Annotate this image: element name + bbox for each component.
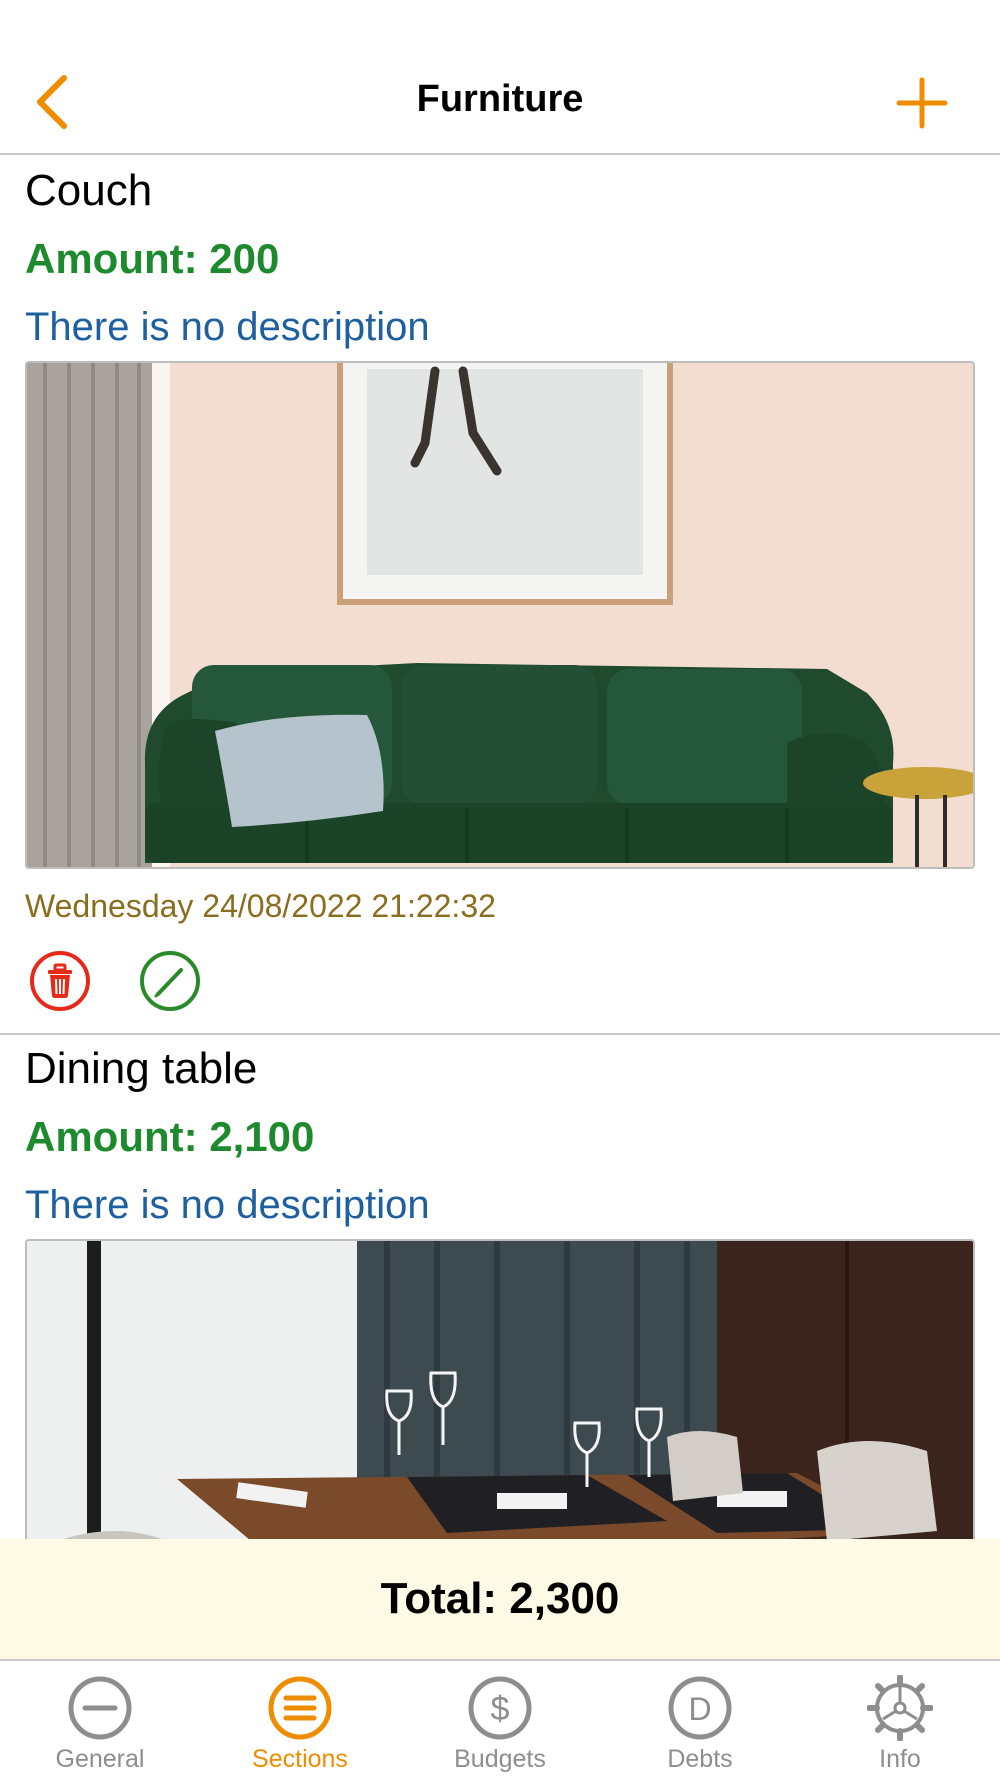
- tab-sections-label: Sections: [252, 1745, 348, 1773]
- d-circle-icon: D: [668, 1676, 732, 1740]
- page-title: Furniture: [416, 78, 584, 120]
- item-date: Wednesday 24/08/2022 21:22:32: [25, 888, 496, 924]
- svg-text:$: $: [491, 1690, 510, 1728]
- tab-debts[interactable]: D Debts: [600, 1661, 800, 1778]
- item-name: Dining table: [25, 1044, 258, 1093]
- trash-icon[interactable]: [28, 949, 92, 1013]
- tab-general[interactable]: General: [0, 1661, 200, 1778]
- tab-info-label: Info: [879, 1745, 921, 1773]
- total-bar: Total: 2,300: [0, 1539, 1000, 1659]
- tab-general-label: General: [55, 1745, 145, 1773]
- tab-sections[interactable]: Sections: [200, 1661, 400, 1778]
- couch-photo-illustration: [27, 363, 973, 867]
- tab-bar: General Sections $ Budgets D Debts Info: [0, 1659, 1000, 1778]
- item-description: There is no description: [25, 1183, 430, 1227]
- list-item[interactable]: Couch Amount: 200 There is no descriptio…: [0, 157, 1000, 1035]
- dining-table-photo-illustration: [27, 1241, 973, 1539]
- gear-icon: [867, 1675, 933, 1741]
- tab-info[interactable]: Info: [800, 1661, 1000, 1778]
- pencil-icon[interactable]: [138, 949, 202, 1013]
- dollar-circle-icon: $: [468, 1676, 532, 1740]
- plus-icon[interactable]: [895, 76, 949, 130]
- item-description: There is no description: [25, 305, 430, 349]
- minus-circle-icon: [68, 1676, 132, 1740]
- items-list[interactable]: Couch Amount: 200 There is no descriptio…: [0, 157, 1000, 1539]
- item-amount: Amount: 2,100: [25, 1113, 315, 1160]
- tab-debts-label: Debts: [667, 1745, 733, 1773]
- item-photo[interactable]: [25, 361, 975, 869]
- list-item[interactable]: Dining table Amount: 2,100 There is no d…: [0, 1035, 1000, 1539]
- item-photo[interactable]: [25, 1239, 975, 1539]
- navigation-bar: Furniture: [0, 0, 1000, 155]
- list-circle-icon: [268, 1676, 332, 1740]
- item-name: Couch: [25, 166, 153, 215]
- tab-budgets-label: Budgets: [454, 1745, 546, 1773]
- item-amount: Amount: 200: [25, 235, 280, 282]
- svg-text:D: D: [688, 1691, 711, 1727]
- tab-budgets[interactable]: $ Budgets: [400, 1661, 600, 1778]
- total-amount: Total: 2,300: [380, 1574, 620, 1623]
- item-actions: [25, 941, 975, 1033]
